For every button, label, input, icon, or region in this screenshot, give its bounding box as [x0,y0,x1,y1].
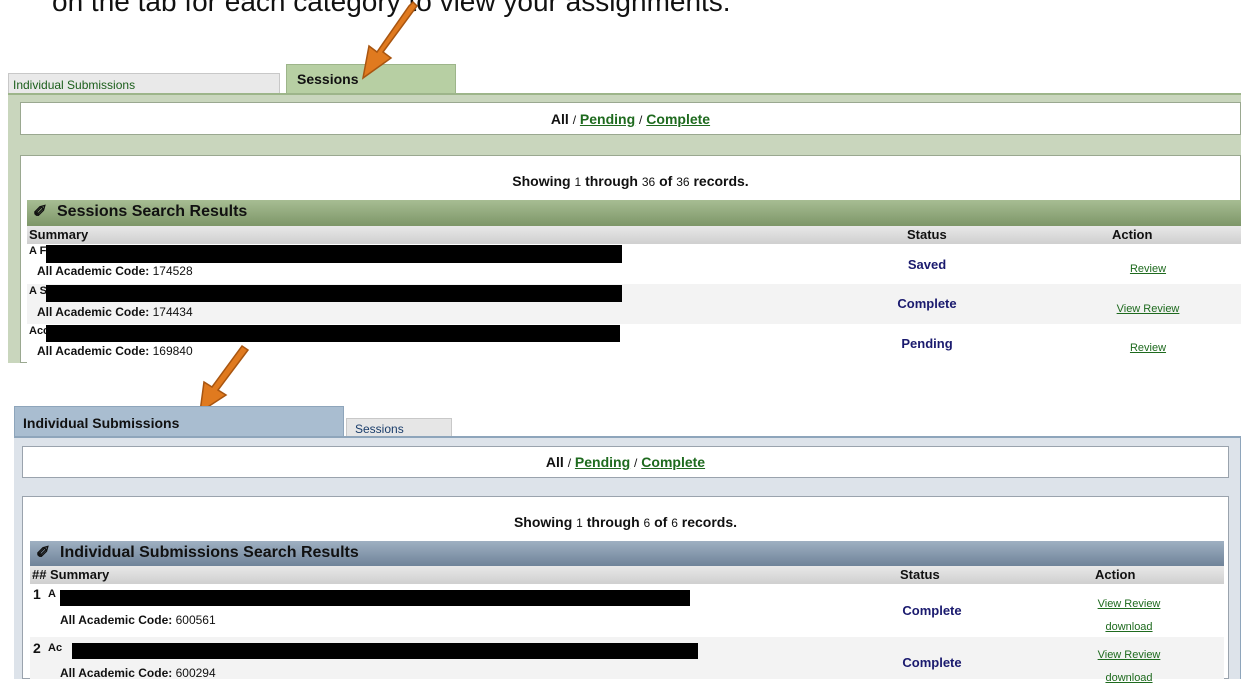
showing-label: Showing 1 through 6 of 6 records. [513,514,738,530]
view-review-link[interactable]: View Review [1074,598,1184,610]
review-link[interactable]: Review [1093,263,1203,275]
filter-separator: / [634,456,638,470]
academic-code: All Academic Code: 600294 [60,666,216,680]
tab-label: Individual Submissions [13,78,136,92]
academic-code: All Academic Code: 169840 [37,344,193,358]
arrow-pointer-icon [361,0,418,80]
tab-individual-submissions[interactable]: Individual Submissions [8,73,280,93]
status-badge: Complete [902,603,962,618]
row-number: 2 [33,640,41,656]
summary-title: Ac [48,642,63,654]
review-link[interactable]: Review [1093,342,1203,354]
redaction-bar [46,285,622,302]
results-title: Sessions Search Results [57,203,248,220]
view-review-link[interactable]: View Review [1093,303,1203,315]
column-summary[interactable]: Summary [50,567,109,582]
filter-bar: All / Pending / Complete [22,446,1229,478]
tab-label: Sessions [355,422,404,436]
view-review-link[interactable]: View Review [1074,649,1184,661]
pencil-check-icon: ✐ [36,543,51,562]
filter-pending-link[interactable]: Pending [575,454,630,470]
row-number: 1 [33,586,41,602]
tab-label: Sessions [297,71,359,87]
academic-code: All Academic Code: 174528 [37,264,193,278]
filter-separator: / [639,113,643,127]
sessions-results-header: ✐ Sessions Search Results [27,200,1241,226]
column-action[interactable]: Action [1095,567,1135,582]
pencil-check-icon: ✐ [33,202,48,221]
status-badge: Complete [897,296,957,311]
individual-results-header: ✐ Individual Submissions Search Results [30,541,1224,566]
academic-code: All Academic Code: 174434 [37,305,193,319]
tab-sessions[interactable]: Sessions [346,418,452,438]
column-header-row: Summary Status Action [27,226,1241,244]
status-badge: Pending [901,336,953,351]
showing-label: Showing 1 through 36 of 36 records. [512,173,749,189]
tab-individual-submissions[interactable]: Individual Submissions [14,406,344,438]
filter-separator: / [567,456,572,470]
filter-all[interactable]: All [546,454,564,470]
filter-bar: All / Pending / Complete [20,102,1241,135]
filter-all[interactable]: All [551,111,569,127]
redaction-bar [72,643,698,659]
results-title: Individual Submissions Search Results [60,544,359,561]
redaction-bar [60,590,690,606]
tab-label: Individual Submissions [23,415,180,431]
column-number[interactable]: ## [32,567,46,582]
column-status[interactable]: Status [900,567,940,582]
filter-separator: / [572,113,577,127]
download-link[interactable]: download [1074,621,1184,633]
redaction-bar [46,245,622,263]
filter-pending-link[interactable]: Pending [580,111,635,127]
filter-complete-link[interactable]: Complete [646,111,710,127]
filter-complete-link[interactable]: Complete [641,454,705,470]
redaction-bar [46,325,620,342]
column-status[interactable]: Status [907,227,947,242]
download-link[interactable]: download [1074,672,1184,684]
academic-code: All Academic Code: 600561 [60,613,216,627]
column-action[interactable]: Action [1112,227,1152,242]
status-badge: Saved [907,257,947,272]
summary-title: A [48,588,56,600]
column-summary[interactable]: Summary [29,227,88,242]
status-badge: Complete [902,655,962,670]
column-header-row: ## Summary Status Action [30,566,1224,584]
